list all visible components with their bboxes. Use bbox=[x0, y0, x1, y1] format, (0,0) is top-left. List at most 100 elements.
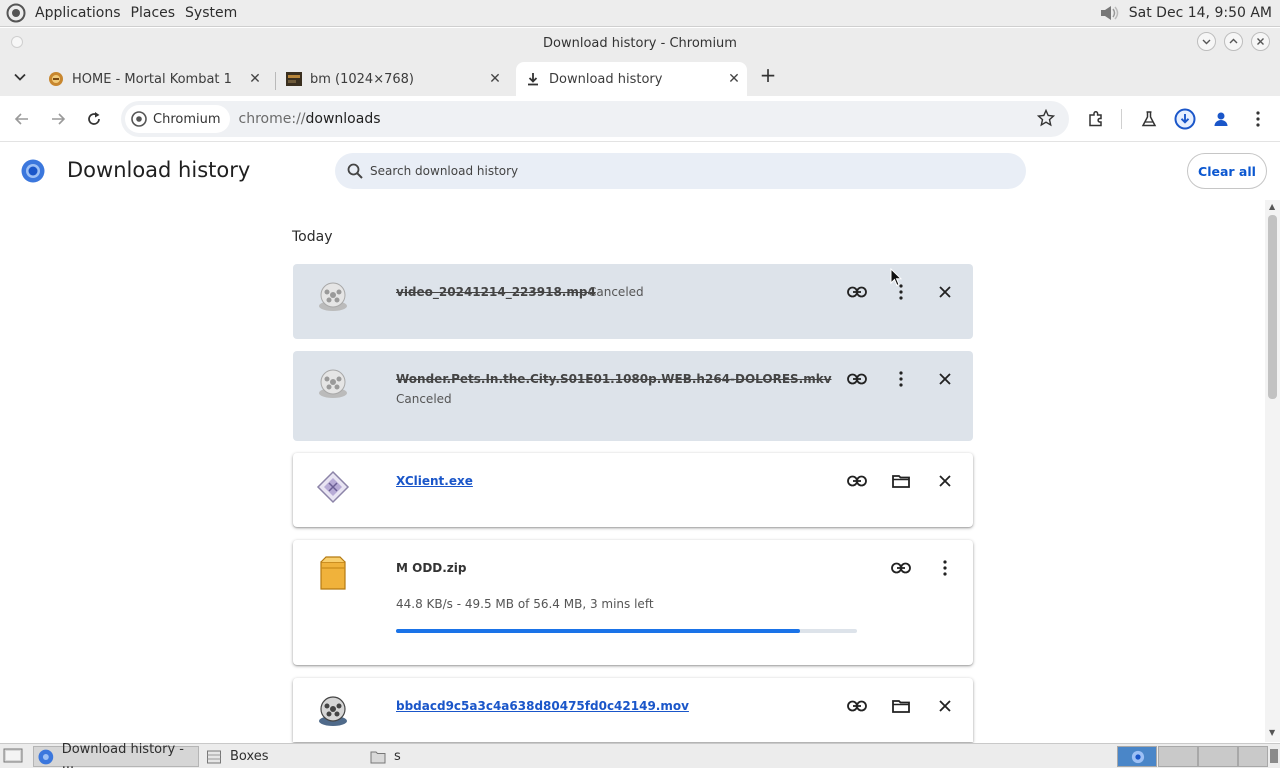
taskbar-item-boxes[interactable]: Boxes bbox=[202, 746, 362, 767]
file-name: M ODD.zip bbox=[396, 561, 467, 575]
url-text[interactable]: chrome://downloads bbox=[239, 111, 381, 127]
link-icon bbox=[847, 286, 867, 298]
tab-close-button[interactable]: ✕ bbox=[725, 70, 743, 88]
tab-mortal-kombat[interactable]: HOME - Mortal Kombat 1 ✕ bbox=[40, 62, 268, 96]
tab-title: HOME - Mortal Kombat 1 bbox=[72, 71, 232, 87]
tab-download-history[interactable]: Download history ✕ bbox=[516, 62, 747, 96]
address-bar[interactable]: Chromium chrome://downloads bbox=[121, 101, 1069, 137]
taskbar-item-folder[interactable]: s bbox=[366, 746, 526, 767]
link-icon bbox=[847, 700, 867, 712]
places-menu[interactable]: Places bbox=[126, 5, 181, 21]
remove-item-button[interactable] bbox=[933, 469, 957, 493]
puzzle-icon bbox=[1089, 110, 1102, 127]
tab-strip: HOME - Mortal Kombat 1 ✕ bm (1024×768) ✕… bbox=[0, 58, 1280, 96]
search-icon bbox=[347, 163, 363, 179]
download-item: video_20241214_223918.mp4 Canceled bbox=[293, 264, 973, 339]
tab-close-button[interactable]: ✕ bbox=[486, 70, 504, 88]
chevron-down-icon bbox=[14, 73, 26, 81]
scroll-down-arrow[interactable]: ▼ bbox=[1269, 728, 1275, 737]
trash-icon[interactable] bbox=[1270, 749, 1278, 763]
taskbar-label: Download history - ... bbox=[61, 741, 184, 768]
workspace-4[interactable] bbox=[1238, 746, 1268, 767]
date-section-label: Today bbox=[292, 229, 333, 245]
close-icon bbox=[939, 475, 951, 487]
show-desktop-button[interactable] bbox=[3, 747, 23, 765]
tab-bm[interactable]: bm (1024×768) ✕ bbox=[278, 62, 508, 96]
scroll-up-arrow[interactable]: ▲ bbox=[1269, 202, 1275, 211]
remove-item-button[interactable] bbox=[933, 280, 957, 304]
window-title: Download history - Chromium bbox=[543, 35, 737, 51]
extensions-button[interactable] bbox=[1084, 107, 1108, 131]
close-icon bbox=[939, 286, 951, 298]
clock[interactable]: Sat Dec 14, 9:50 AM bbox=[1129, 5, 1272, 21]
workspace-2[interactable] bbox=[1158, 746, 1198, 767]
downloads-button[interactable] bbox=[1173, 107, 1197, 131]
file-name: Wonder.Pets.In.the.City.S01E01.1080p.WEB… bbox=[396, 372, 832, 386]
flask-icon bbox=[1141, 111, 1157, 127]
folder-icon bbox=[892, 475, 910, 488]
copy-link-button[interactable] bbox=[889, 556, 913, 580]
copy-link-button[interactable] bbox=[845, 280, 869, 304]
download-item: bbdacd9c5a3c4a638d80475fd0c42149.mov bbox=[293, 678, 973, 742]
applications-menu[interactable]: Applications bbox=[30, 5, 126, 21]
copy-link-button[interactable] bbox=[845, 367, 869, 391]
file-name-link[interactable]: bbdacd9c5a3c4a638d80475fd0c42149.mov bbox=[396, 699, 689, 713]
chromium-icon bbox=[38, 749, 54, 764]
copy-link-button[interactable] bbox=[845, 469, 869, 493]
remove-item-button[interactable] bbox=[933, 367, 957, 391]
close-window-button[interactable] bbox=[1251, 32, 1270, 51]
copy-link-button[interactable] bbox=[845, 694, 869, 718]
forward-button[interactable] bbox=[46, 107, 70, 131]
download-progress-text: 44.8 KB/s - 49.5 MB of 56.4 MB, 3 mins l… bbox=[396, 597, 654, 611]
remove-item-button[interactable] bbox=[933, 694, 957, 718]
workspace-1[interactable] bbox=[1117, 746, 1157, 767]
menu-button[interactable] bbox=[1246, 107, 1270, 131]
downloads-header: Download history Clear all bbox=[0, 142, 1280, 200]
bookmark-star-button[interactable] bbox=[1036, 108, 1056, 131]
arrow-right-icon bbox=[52, 113, 66, 125]
archive-icon bbox=[320, 556, 346, 590]
minimize-button[interactable] bbox=[1197, 32, 1216, 51]
download-item: Wonder.Pets.In.the.City.S01E01.1080p.WEB… bbox=[293, 351, 973, 441]
progress-bar bbox=[396, 629, 857, 633]
search-box[interactable] bbox=[335, 153, 1026, 189]
show-in-folder-button[interactable] bbox=[889, 469, 913, 493]
site-info-chip[interactable]: Chromium bbox=[125, 105, 230, 133]
clear-all-button[interactable]: Clear all bbox=[1187, 153, 1267, 189]
gnome-foot-icon[interactable] bbox=[6, 3, 26, 23]
taskbar-label: s bbox=[394, 749, 401, 764]
maximize-button[interactable] bbox=[1224, 32, 1243, 51]
show-in-folder-button[interactable] bbox=[889, 694, 913, 718]
folder-icon bbox=[370, 751, 386, 763]
download-item: M ODD.zip 44.8 KB/s - 49.5 MB of 56.4 MB… bbox=[293, 540, 973, 665]
page-title: Download history bbox=[67, 158, 251, 182]
back-button[interactable] bbox=[10, 107, 34, 131]
search-input[interactable] bbox=[370, 164, 970, 178]
system-menu[interactable]: System bbox=[180, 5, 242, 21]
tab-search-button[interactable] bbox=[10, 67, 30, 87]
more-actions-button[interactable] bbox=[933, 556, 957, 580]
executable-icon bbox=[316, 470, 350, 504]
reload-button[interactable] bbox=[82, 107, 106, 131]
new-tab-button[interactable]: + bbox=[757, 63, 779, 87]
scrollbar-thumb[interactable] bbox=[1268, 215, 1277, 399]
tab-close-button[interactable]: ✕ bbox=[246, 70, 264, 88]
file-name-link[interactable]: XClient.exe bbox=[396, 474, 473, 488]
star-icon bbox=[1036, 108, 1056, 127]
more-actions-button[interactable] bbox=[889, 367, 913, 391]
page-scrollbar[interactable]: ▲ ▼ bbox=[1265, 200, 1280, 742]
labs-button[interactable] bbox=[1137, 107, 1161, 131]
window-menu-button[interactable] bbox=[11, 36, 23, 48]
close-icon bbox=[1257, 38, 1264, 45]
window-titlebar[interactable]: Download history - Chromium bbox=[0, 28, 1280, 58]
taskbar-label: Boxes bbox=[230, 749, 269, 764]
toolbar-divider bbox=[1121, 109, 1122, 129]
image-thumb-favicon bbox=[286, 72, 302, 86]
boxes-icon bbox=[207, 750, 221, 763]
taskbar-item-chromium[interactable]: Download history - ... bbox=[33, 742, 199, 768]
close-icon bbox=[939, 700, 951, 712]
profile-button[interactable] bbox=[1209, 107, 1233, 131]
volume-icon[interactable] bbox=[1099, 4, 1121, 22]
workspace-3[interactable] bbox=[1198, 746, 1238, 767]
mk-favicon bbox=[49, 72, 63, 86]
